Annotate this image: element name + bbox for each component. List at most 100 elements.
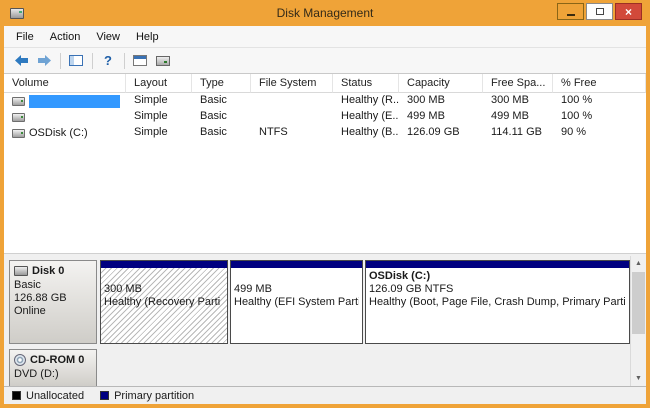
partition-size: 126.09 GB NTFS	[369, 283, 626, 296]
disk0-status: Online	[14, 305, 92, 318]
partition-status: Healthy (Recovery Parti	[104, 296, 224, 309]
scroll-thumb[interactable]	[632, 272, 645, 334]
volume-cell: OSDisk (C:)	[4, 125, 126, 141]
scroll-up-button[interactable]: ▲	[631, 256, 646, 271]
disk0-type: Basic	[14, 279, 92, 292]
volume-label: OSDisk (C:)	[29, 126, 88, 141]
capacity-cell: 499 MB	[399, 109, 483, 125]
partition-size: 499 MB	[234, 283, 359, 296]
cdrom-header[interactable]: CD-ROM 0 DVD (D:)	[9, 349, 97, 386]
toolbar-separator	[60, 53, 61, 69]
column-header-capacity[interactable]: Capacity	[399, 74, 483, 93]
volume-icon	[12, 97, 25, 106]
console-tree-icon[interactable]	[65, 51, 87, 71]
menu-item-action[interactable]: Action	[42, 28, 89, 46]
column-header-status[interactable]: Status	[333, 74, 399, 93]
legend: Unallocated Primary partition	[4, 386, 646, 404]
partition-status: Healthy (Boot, Page File, Crash Dump, Pr…	[369, 296, 626, 309]
menu-item-view[interactable]: View	[88, 28, 128, 46]
disk-management-window: Disk Management × File Action View Help …	[0, 0, 650, 408]
file-system-cell: NTFS	[251, 125, 333, 141]
toolbar-separator	[124, 53, 125, 69]
legend-label: Primary partition	[114, 390, 194, 402]
pct-free-cell: 100 %	[553, 93, 646, 109]
volume-list-header: Volume Layout Type File System Status Ca…	[4, 74, 646, 93]
layout-cell: Simple	[126, 109, 192, 125]
column-header-type[interactable]: Type	[192, 74, 251, 93]
free-space-cell: 499 MB	[483, 109, 553, 125]
disk-pane-rows: Disk 0 Basic 126.88 GB Online 300 MB Hea…	[4, 256, 630, 386]
table-row[interactable]: Simple Basic Healthy (E... 499 MB 499 MB…	[4, 109, 646, 125]
type-cell: Basic	[192, 125, 251, 141]
disk-pane: Disk 0 Basic 126.88 GB Online 300 MB Hea…	[4, 256, 646, 386]
partition-color-strip	[366, 261, 629, 268]
column-header-file-system[interactable]: File System	[251, 74, 333, 93]
partition-title	[234, 270, 359, 283]
free-space-cell: 114.11 GB	[483, 125, 553, 141]
table-row[interactable]: OSDisk (C:) Simple Basic NTFS Healthy (B…	[4, 125, 646, 141]
disk-icon	[14, 266, 28, 276]
disk0-partitions: 300 MB Healthy (Recovery Parti 499 MB He…	[100, 260, 630, 344]
status-cell: Healthy (E...	[333, 109, 399, 125]
legend-label: Unallocated	[26, 390, 84, 402]
legend-swatch-primary	[100, 391, 109, 400]
cdrom-row: CD-ROM 0 DVD (D:)	[9, 349, 628, 386]
pct-free-cell: 100 %	[553, 109, 646, 125]
disk0-name: Disk 0	[32, 265, 64, 277]
capacity-cell: 300 MB	[399, 93, 483, 109]
free-space-cell: 300 MB	[483, 93, 553, 109]
partition-title	[104, 270, 224, 283]
layout-cell: Simple	[126, 93, 192, 109]
partition-color-strip	[231, 261, 362, 268]
legend-swatch-unallocated	[12, 391, 21, 400]
type-cell: Basic	[192, 109, 251, 125]
pct-free-cell: 90 %	[553, 125, 646, 141]
partition-osdisk[interactable]: OSDisk (C:) 126.09 GB NTFS Healthy (Boot…	[365, 260, 630, 344]
views-icon[interactable]	[152, 51, 174, 71]
volume-icon	[12, 129, 25, 138]
maximize-button[interactable]	[586, 3, 613, 20]
toolbar: ?	[4, 48, 646, 74]
volume-cell	[4, 93, 126, 109]
legend-item-primary-partition: Primary partition	[100, 390, 194, 402]
scroll-down-button[interactable]: ▼	[631, 371, 646, 386]
partition-size: 300 MB	[104, 283, 224, 296]
toolbar-separator	[92, 53, 93, 69]
back-icon[interactable]	[10, 51, 32, 71]
menubar: File Action View Help	[4, 26, 646, 48]
file-system-cell	[251, 93, 333, 109]
minimize-button[interactable]	[557, 3, 584, 20]
disk0-size: 126.88 GB	[14, 292, 92, 305]
partition-recovery[interactable]: 300 MB Healthy (Recovery Parti	[100, 260, 228, 344]
disk0-header[interactable]: Disk 0 Basic 126.88 GB Online	[9, 260, 97, 344]
type-cell: Basic	[192, 93, 251, 109]
table-row[interactable]: Simple Basic Healthy (R... 300 MB 300 MB…	[4, 93, 646, 109]
close-button[interactable]: ×	[615, 3, 642, 20]
forward-icon[interactable]	[33, 51, 55, 71]
partition-status: Healthy (EFI System Partit	[234, 296, 359, 309]
legend-item-unallocated: Unallocated	[12, 390, 84, 402]
cd-icon	[14, 354, 26, 366]
menu-item-file[interactable]: File	[8, 28, 42, 46]
capacity-cell: 126.09 GB	[399, 125, 483, 141]
action-pane-icon[interactable]	[129, 51, 151, 71]
partition-color-strip	[101, 261, 227, 268]
window-controls: ×	[557, 0, 646, 26]
column-header-pct-free[interactable]: % Free	[553, 74, 646, 93]
layout-cell: Simple	[126, 125, 192, 141]
volume-cell	[4, 109, 126, 125]
volume-list: Volume Layout Type File System Status Ca…	[4, 74, 646, 253]
column-header-free-space[interactable]: Free Spa...	[483, 74, 553, 93]
partition-efi[interactable]: 499 MB Healthy (EFI System Partit	[230, 260, 363, 344]
window-title: Disk Management	[4, 6, 646, 20]
file-system-cell	[251, 109, 333, 125]
disk0-row: Disk 0 Basic 126.88 GB Online 300 MB Hea…	[9, 260, 628, 344]
volume-icon	[12, 113, 25, 122]
menu-item-help[interactable]: Help	[128, 28, 167, 46]
column-header-volume[interactable]: Volume	[4, 74, 126, 93]
column-header-layout[interactable]: Layout	[126, 74, 192, 93]
status-cell: Healthy (B...	[333, 125, 399, 141]
scrollbar[interactable]: ▲ ▼	[630, 256, 646, 386]
titlebar[interactable]: Disk Management ×	[4, 0, 646, 26]
help-icon[interactable]: ?	[97, 51, 119, 71]
